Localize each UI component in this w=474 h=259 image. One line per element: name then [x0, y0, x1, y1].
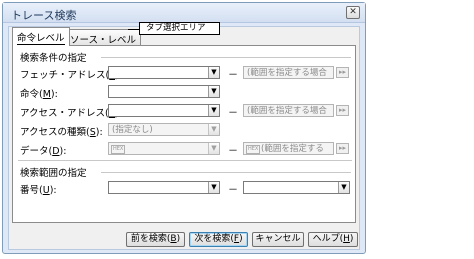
expand-arrow-icon: ▸▸ [336, 67, 349, 78]
cancel-button[interactable]: キャンセル [252, 232, 304, 247]
data-range-combo: HEX (範囲を指定する [243, 142, 334, 155]
tab-source-level[interactable]: ソース・レベル [65, 29, 142, 46]
hex-badge-icon: HEX [111, 145, 126, 154]
tab-instruction-level[interactable]: 命令レベル [12, 27, 70, 46]
callout-leader-line [128, 29, 139, 30]
number-to-combo[interactable]: ▼ [243, 181, 350, 194]
search-conditions-heading: 検索条件の指定 [20, 53, 87, 64]
title-bar[interactable]: トレース検索 ✕ [3, 3, 365, 23]
section-divider [101, 172, 351, 173]
close-button[interactable]: ✕ [346, 6, 360, 19]
number-label: 番号(U): [20, 185, 57, 196]
find-previous-button[interactable]: 前を検索(B) [126, 232, 185, 247]
range-separator: － [228, 185, 238, 196]
tab-label: 命令レベル [17, 33, 65, 45]
chevron-down-icon[interactable]: ▼ [208, 105, 219, 116]
close-icon: ✕ [349, 7, 357, 17]
expand-arrow-icon: ▸▸ [336, 105, 349, 116]
access-type-label: アクセスの種類(S): [20, 127, 103, 138]
instruction-combo[interactable]: ▼ [108, 85, 220, 98]
range-separator: － [228, 108, 238, 119]
access-address-label: アクセス・アドレス(A): [20, 108, 122, 119]
dialog-title: トレース検索 [11, 9, 77, 22]
access-address-combo[interactable]: ▼ [108, 104, 220, 117]
help-button[interactable]: ヘルプ(H) [308, 232, 358, 247]
access-type-select: (指定なし) ▼ [108, 123, 220, 136]
search-range-heading: 検索範囲の指定 [20, 168, 87, 179]
chevron-down-icon[interactable]: ▼ [338, 182, 349, 193]
fetch-address-combo[interactable]: ▼ [108, 66, 220, 79]
chevron-down-icon[interactable]: ▼ [208, 182, 219, 193]
range-separator: － [228, 70, 238, 81]
dialog-client-area: 命令レベル ソース・レベル 検索条件の指定 フェッチ・アドレス(T): ▼ － … [8, 26, 360, 250]
chevron-down-icon[interactable]: ▼ [208, 86, 219, 97]
find-next-button[interactable]: 次を検索(F) [189, 232, 248, 247]
section-divider [18, 160, 352, 161]
section-divider [101, 57, 351, 58]
chevron-down-icon: ▼ [208, 143, 219, 154]
data-combo: HEX ▼ [108, 142, 220, 155]
fetch-address-range-combo: (範囲を指定する場合 [243, 66, 334, 79]
fetch-address-label: フェッチ・アドレス(T): [20, 70, 122, 81]
data-label: データ(D): [20, 146, 67, 157]
number-from-combo[interactable]: ▼ [108, 181, 220, 194]
instruction-label: 命令(M): [20, 89, 58, 100]
expand-arrow-icon: ▸▸ [336, 143, 349, 154]
chevron-down-icon: ▼ [208, 124, 219, 135]
range-separator: － [228, 146, 238, 157]
access-address-range-combo: (範囲を指定する場合 [243, 104, 334, 117]
tab-selection-area-callout: タブ選択エリア [139, 22, 220, 35]
tab-panel-instruction-level: 検索条件の指定 フェッチ・アドレス(T): ▼ － (範囲を指定する場合 ▸▸ … [12, 45, 356, 223]
trace-search-dialog: トレース検索 ✕ 命令レベル ソース・レベル 検索条件の指定 フェッチ・アドレス… [2, 2, 366, 254]
chevron-down-icon[interactable]: ▼ [208, 67, 219, 78]
hex-badge-icon: HEX [246, 145, 261, 154]
